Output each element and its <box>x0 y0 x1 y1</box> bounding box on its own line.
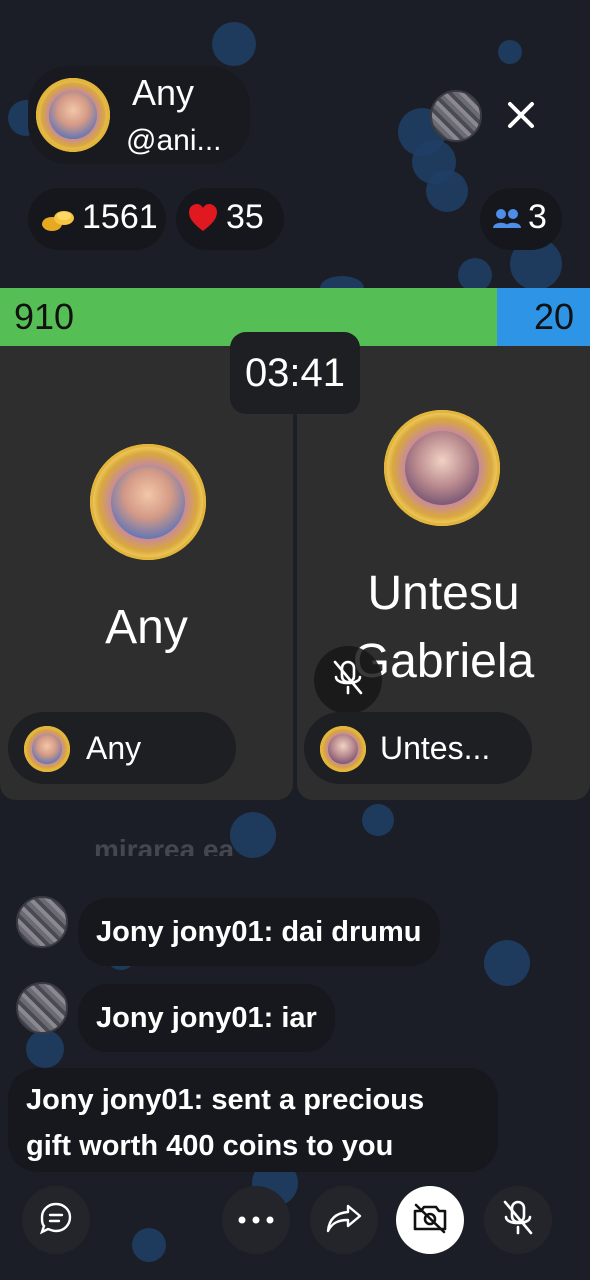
background-bubble <box>426 170 468 212</box>
mic-off-button[interactable] <box>314 646 382 714</box>
coins-badge[interactable]: 1561 <box>28 188 166 250</box>
left-tag-name: Any <box>86 730 142 766</box>
background-bubble <box>362 804 394 836</box>
close-icon[interactable] <box>500 94 542 136</box>
faded-chat-message: mirarea ea <box>94 834 235 856</box>
background-bubble <box>26 1030 64 1068</box>
host-name: Any <box>132 72 195 113</box>
right-tag-avatar <box>320 726 366 772</box>
chat-avatar[interactable] <box>16 896 68 948</box>
left-player-avatar[interactable] <box>90 444 206 560</box>
host-profile-card[interactable]: Any @ani... <box>28 66 250 164</box>
chat-avatar[interactable] <box>16 982 68 1034</box>
background-bubble <box>498 40 522 64</box>
likes-count: 35 <box>226 198 264 236</box>
host-handle: @ani... <box>126 124 222 157</box>
background-bubble <box>230 812 276 858</box>
likes-badge[interactable]: 35 <box>176 188 284 250</box>
mic-off-icon <box>331 659 365 702</box>
right-score: 20 <box>533 296 574 337</box>
chat-message: Jony jony01: dai drumu <box>78 898 440 966</box>
left-player-name: Any <box>105 601 188 654</box>
viewers-badge[interactable]: 3 <box>480 188 562 250</box>
mic-off-icon <box>501 1199 535 1242</box>
right-player-avatar[interactable] <box>384 410 500 526</box>
chat-button[interactable] <box>22 1186 90 1254</box>
right-player-name-line1: Untesu <box>367 567 520 620</box>
host-avatar <box>36 78 110 152</box>
heart-icon <box>188 204 218 237</box>
background-bubble <box>458 258 492 292</box>
mic-toggle-button[interactable] <box>484 1186 552 1254</box>
gift-message-line1: Jony jony01: sent a precious <box>26 1084 425 1116</box>
coins-icon <box>40 204 76 239</box>
background-bubble <box>484 940 530 986</box>
camera-off-icon <box>412 1202 448 1239</box>
more-icon <box>238 1211 274 1229</box>
left-player-tag[interactable]: Any <box>8 712 236 784</box>
background-bubble <box>212 22 256 66</box>
gift-message-line2: gift worth 400 coins to you <box>26 1130 394 1162</box>
left-score: 910 <box>14 296 75 337</box>
right-player-tag[interactable]: Untes... <box>304 712 532 784</box>
right-score-fill: 20 <box>497 288 590 346</box>
background-bubble <box>132 1228 166 1262</box>
viewer-avatar[interactable] <box>430 90 482 142</box>
more-button[interactable] <box>222 1186 290 1254</box>
coins-count: 1561 <box>82 198 158 236</box>
chat-icon <box>39 1201 73 1240</box>
viewers-count: 3 <box>528 198 547 236</box>
users-icon <box>492 206 522 237</box>
battle-timer: 03:41 <box>230 332 360 414</box>
left-tag-avatar <box>24 726 70 772</box>
camera-off-button[interactable] <box>396 1186 464 1254</box>
share-icon <box>326 1203 362 1238</box>
chat-message: Jony jony01: iar <box>78 984 335 1052</box>
gift-message: Jony jony01: sent a precious gift worth … <box>8 1068 498 1172</box>
share-button[interactable] <box>310 1186 378 1254</box>
right-tag-name: Untes... <box>380 730 491 766</box>
